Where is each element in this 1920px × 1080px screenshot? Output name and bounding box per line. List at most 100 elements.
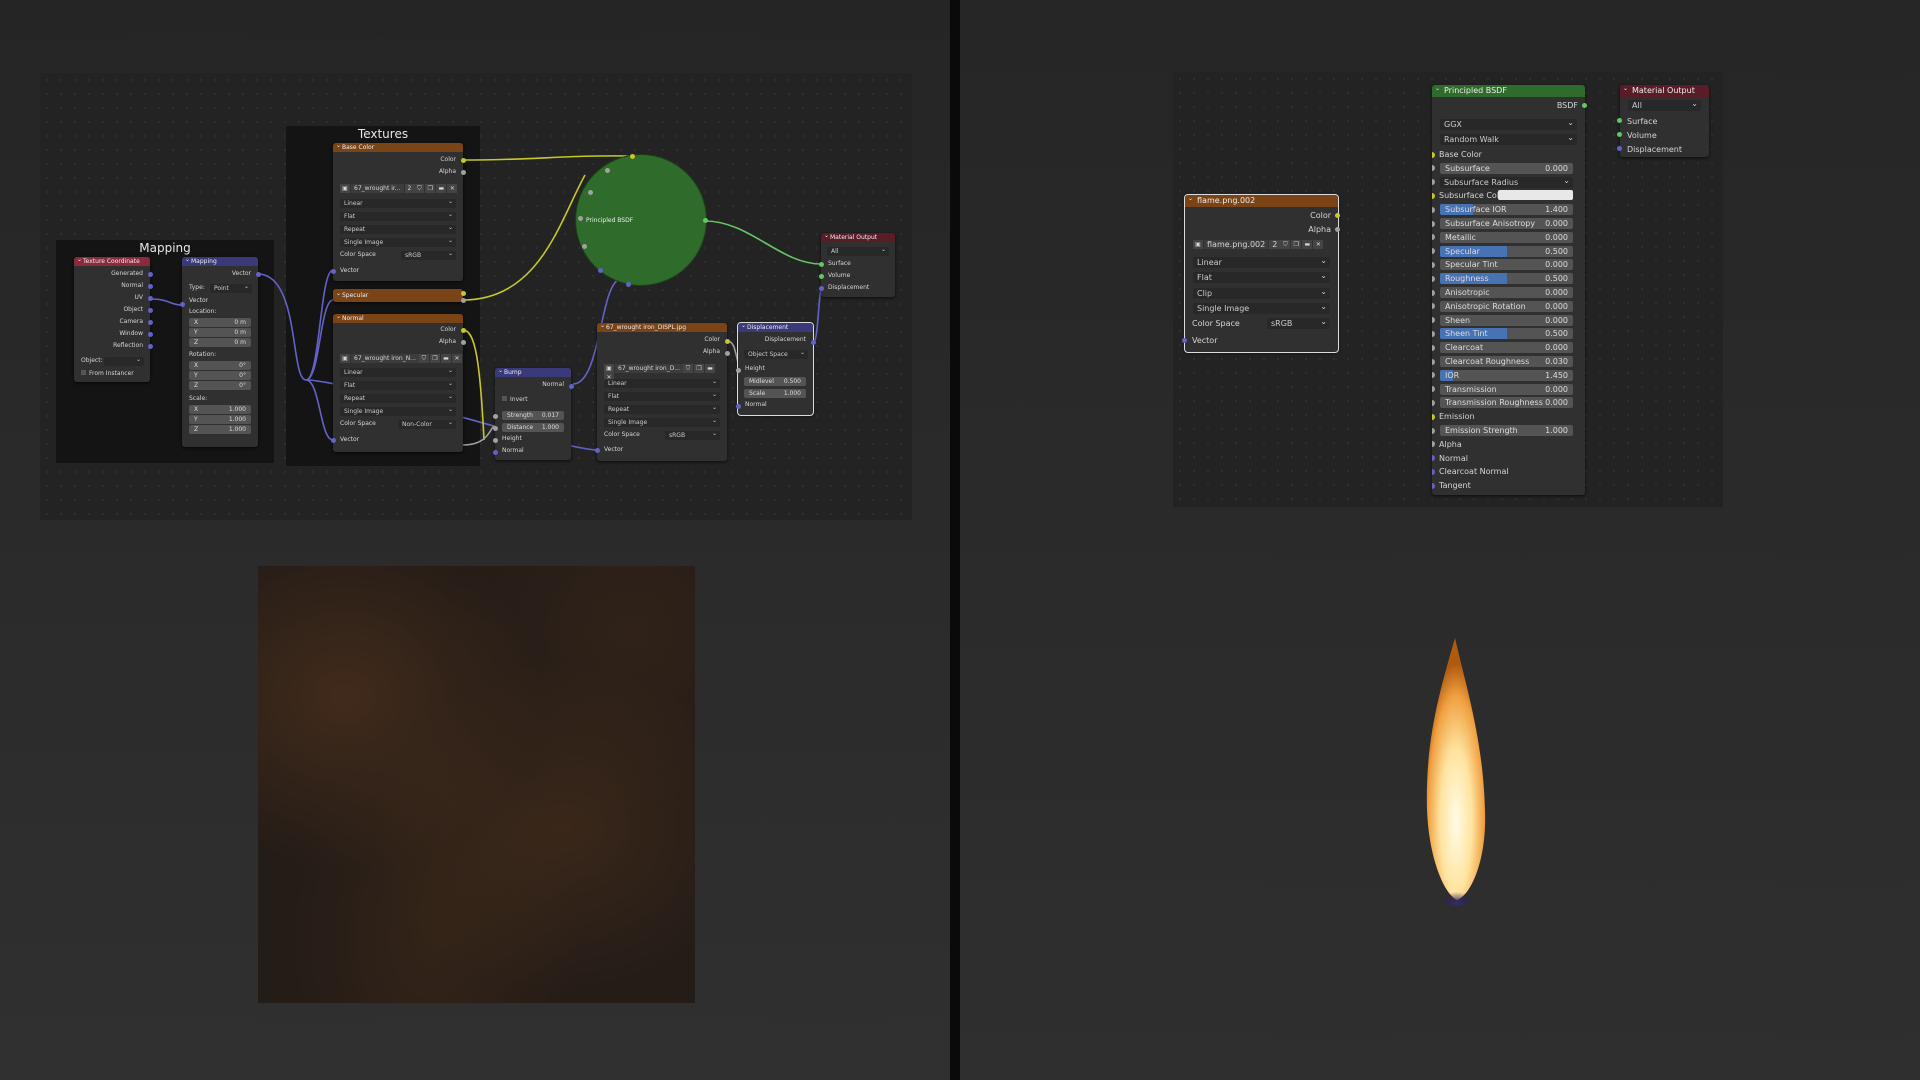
tc-socket-window[interactable] (148, 332, 153, 337)
displ-colorspace[interactable]: sRGB (665, 431, 720, 440)
principled-collapsed-socket-base-color[interactable] (630, 154, 635, 159)
bump-node[interactable]: Bump Normal Invert Strength 0.017 Distanc… (495, 368, 571, 460)
principled-subsurface-method[interactable]: Random Walk (1440, 134, 1577, 145)
material-output-target[interactable]: All (827, 247, 889, 256)
tc-from-instancer-checkbox[interactable]: From Instancer (81, 370, 134, 378)
displacement-midlevel-field[interactable]: Midlevel 0.500 (744, 377, 806, 386)
mo-right-socket-volume[interactable] (1617, 132, 1622, 137)
base-color-colorspace[interactable]: sRGB (401, 251, 456, 260)
flame-source[interactable]: Single Image (1193, 303, 1330, 314)
bump-socket-out-normal[interactable] (569, 384, 574, 389)
close-icon[interactable]: ✕ (1313, 240, 1324, 249)
close-icon[interactable]: ✕ (447, 184, 458, 193)
principled-field[interactable]: Clearcoat 0.000 (1440, 342, 1573, 354)
principled-input-socket[interactable] (1432, 317, 1435, 324)
base-color-image-selector[interactable]: ▣ 67_wrought ir... 2 ⛉ ❐ ▬ ✕ (340, 184, 458, 194)
mapping-scale-x[interactable]: X 1.000 (189, 405, 251, 414)
specular-socket-alpha[interactable] (461, 298, 466, 303)
folder-icon[interactable]: ▬ (436, 184, 447, 193)
principled-field[interactable]: Subsurface Anisotropy 0.000 (1440, 218, 1573, 229)
displ-image-selector[interactable]: ▣ 67_wrought iron_D... ⛉ ❐ ▬✕ (604, 364, 727, 382)
normal-source[interactable]: Single Image (340, 407, 456, 416)
image-name[interactable]: flame.png.002 (1204, 240, 1269, 249)
principled-dropdown[interactable]: Subsurface Radius (1440, 176, 1573, 188)
principled-input-socket[interactable] (1432, 441, 1435, 448)
base-color-image-node[interactable]: Base Color Color Alpha ▣67_wrought ir...… (333, 143, 463, 281)
principled-input-socket[interactable] (1432, 303, 1435, 310)
normal-socket-color[interactable] (461, 328, 466, 333)
normal-interpolation[interactable]: Linear (340, 368, 456, 377)
principled-field[interactable]: Sheen 0.000 (1440, 314, 1573, 326)
mo-socket-surface[interactable] (819, 262, 824, 267)
mapping-type-dropdown[interactable]: Point (210, 284, 252, 293)
base-color-extension[interactable]: Repeat (340, 225, 456, 234)
folder-icon[interactable]: ▬ (705, 364, 716, 373)
displ-socket-vector[interactable] (595, 448, 600, 453)
principled-collapsed-socket-tangent[interactable] (626, 282, 631, 287)
bump-socket-strength[interactable] (493, 414, 498, 419)
principled-input-socket[interactable] (1432, 455, 1435, 462)
principled-field[interactable]: Roughness 0.500 (1440, 273, 1573, 285)
mapping-location-z[interactable]: Z 0 m (189, 338, 251, 347)
flame-socket-vector[interactable] (1182, 338, 1187, 343)
specular-socket-color[interactable] (461, 291, 466, 296)
principled-collapsed-socket-bsdf[interactable] (703, 218, 708, 223)
material-output-node-right[interactable]: Material Output All Surface Volume Displ… (1620, 85, 1709, 157)
flame-image-node[interactable]: flame.png.002 Color Alpha ▣flame.png.002… (1184, 194, 1339, 353)
mapping-node[interactable]: Mapping Vector Type: Point Vector Locati… (182, 257, 258, 447)
mapping-rotation-z[interactable]: Z 0° (189, 381, 251, 390)
displacement-socket-normal[interactable] (736, 404, 741, 409)
principled-input-socket[interactable] (1432, 151, 1435, 158)
principled-field[interactable]: Clearcoat Roughness 0.030 (1440, 356, 1573, 367)
principled-input-socket[interactable] (1432, 468, 1435, 475)
texture-coordinate-node[interactable]: Texture Coordinate Generated Normal UV O… (74, 257, 150, 382)
displ-source[interactable]: Single Image (604, 418, 720, 427)
principled-input-socket[interactable] (1432, 330, 1435, 337)
principled-collapsed-socket[interactable] (588, 190, 593, 195)
mapping-rotation-x[interactable]: X 0° (189, 361, 251, 370)
mapping-location-y[interactable]: Y 0 m (189, 328, 251, 337)
displacement-socket-out[interactable] (811, 340, 816, 345)
user-count[interactable]: 2 (404, 184, 415, 193)
principled-input-socket[interactable] (1432, 248, 1435, 255)
material-output-right-target[interactable]: All (1628, 100, 1701, 111)
principled-collapsed-socket[interactable] (582, 244, 587, 249)
tc-socket-object[interactable] (148, 308, 153, 313)
principled-input-socket[interactable] (1432, 192, 1435, 199)
copy-icon[interactable]: ❐ (1291, 240, 1302, 249)
mapping-location-x[interactable]: X 0 m (189, 318, 251, 327)
folder-icon[interactable]: ▬ (440, 354, 451, 363)
principled-bsdf-collapsed-node[interactable]: Principled BSDF (576, 155, 706, 285)
displ-socket-color[interactable] (725, 339, 730, 344)
image-name[interactable]: 67_wrought iron_D... (615, 364, 684, 373)
flame-projection[interactable]: Flat (1193, 272, 1330, 283)
mapping-socket-out-vector[interactable] (256, 272, 261, 277)
displacement-space-dropdown[interactable]: Object Space (744, 350, 808, 359)
flame-interpolation[interactable]: Linear (1193, 257, 1330, 268)
principled-input-socket[interactable] (1432, 413, 1435, 420)
bump-distance-field[interactable]: Distance 1.000 (502, 423, 564, 432)
principled-input-socket[interactable] (1432, 275, 1435, 282)
principled-input-socket[interactable] (1432, 399, 1435, 406)
normal-socket-alpha[interactable] (461, 340, 466, 345)
principled-input-socket[interactable] (1432, 165, 1435, 172)
principled-input-socket[interactable] (1432, 234, 1435, 241)
principled-field[interactable]: Anisotropic 0.000 (1440, 287, 1573, 298)
bump-socket-normal[interactable] (493, 450, 498, 455)
tc-socket-camera[interactable] (148, 320, 153, 325)
principled-bsdf-node[interactable]: Principled BSDF BSDF GGX Random Walk Bas… (1432, 85, 1585, 495)
principled-field[interactable]: Transmission Roughness 0.000 (1440, 397, 1573, 409)
tc-object-picker[interactable] (104, 357, 144, 366)
user-count[interactable]: 2 (1269, 240, 1281, 249)
principled-input-socket[interactable] (1432, 344, 1435, 351)
base-color-source[interactable]: Single Image (340, 238, 456, 247)
principled-input-socket[interactable] (1432, 427, 1435, 434)
close-icon[interactable]: ✕ (451, 354, 462, 363)
principled-socket-bsdf[interactable] (1582, 103, 1587, 108)
image-name[interactable]: 67_wrought ir... (351, 184, 404, 193)
mapping-scale-z[interactable]: Z 1.000 (189, 425, 251, 434)
principled-field[interactable]: Subsurface 0.000 (1440, 162, 1573, 174)
displacement-socket-height[interactable] (736, 368, 741, 373)
displ-interpolation[interactable]: Linear (604, 379, 720, 388)
principled-collapsed-socket[interactable] (605, 168, 610, 173)
